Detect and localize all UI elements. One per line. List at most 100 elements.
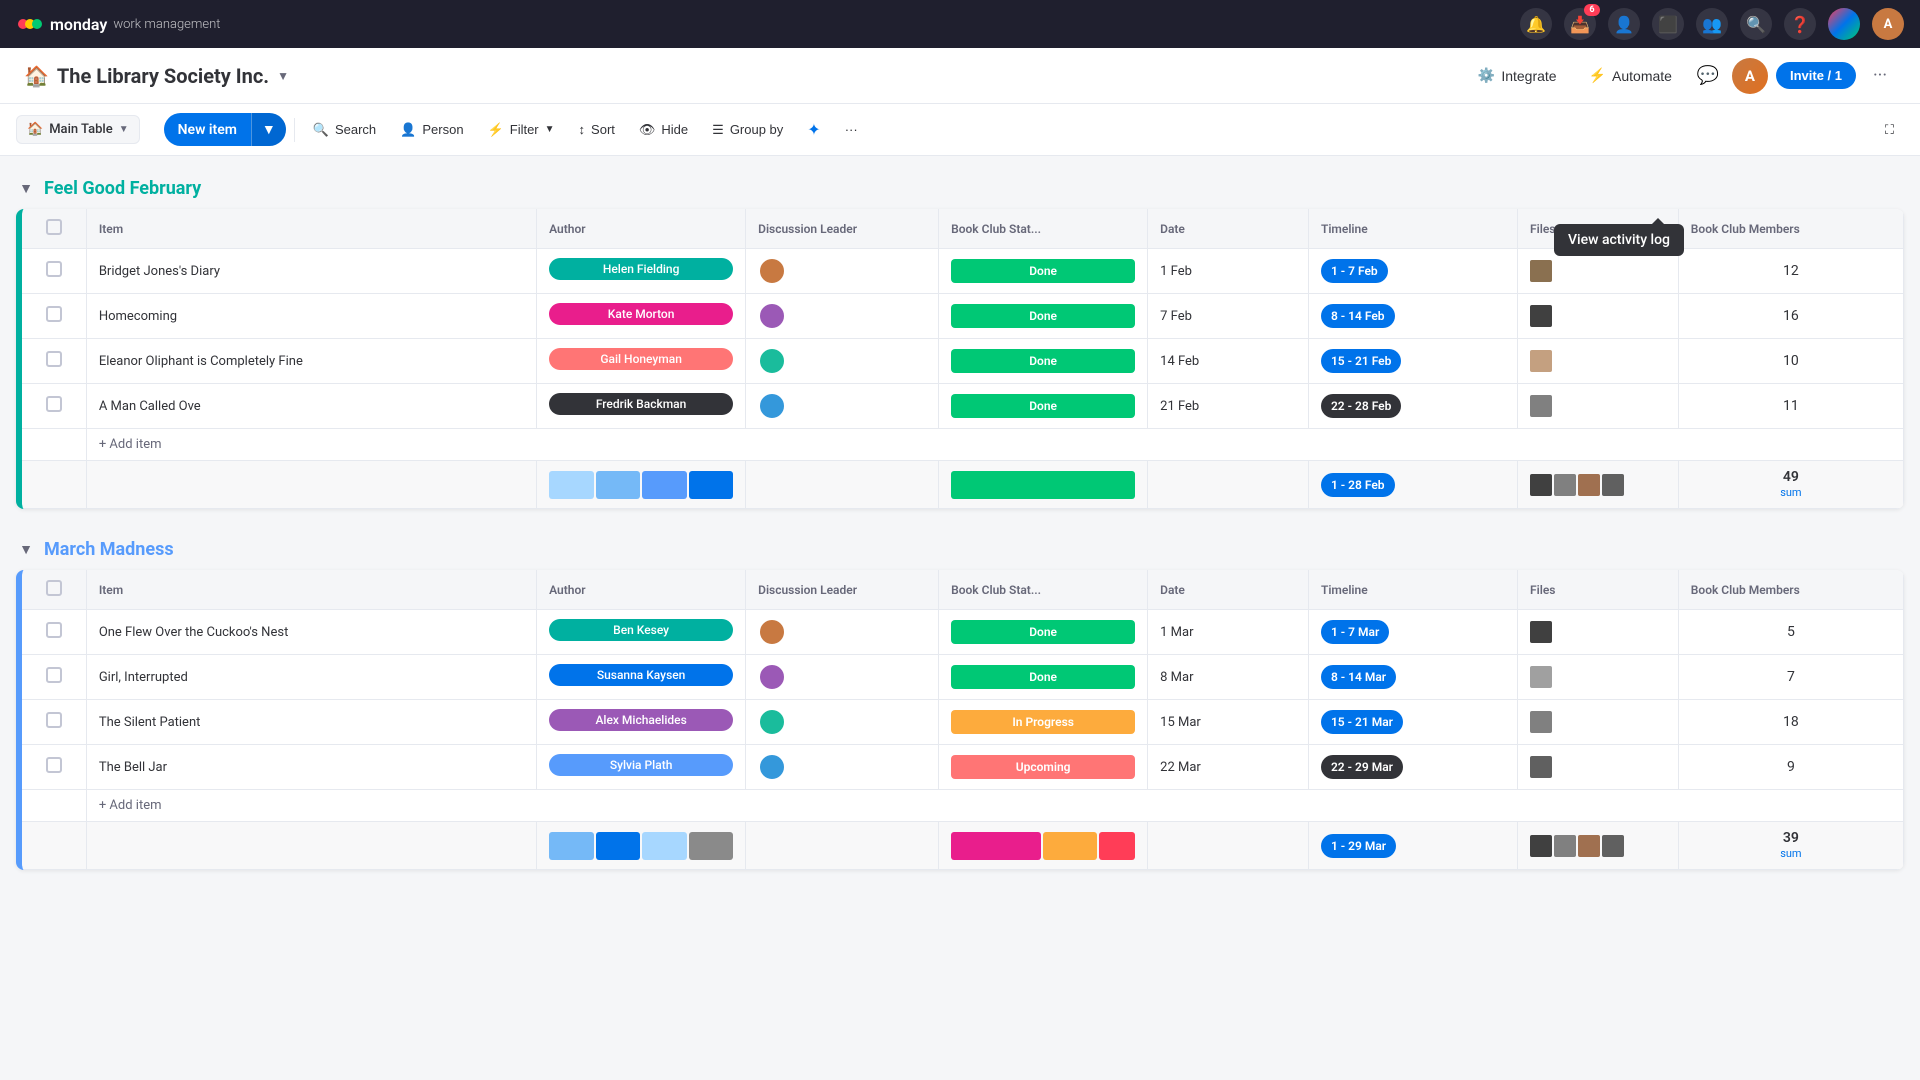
search-global-icon[interactable]: 🔍 <box>1740 8 1772 40</box>
app-logo[interactable]: monday work management <box>16 10 220 38</box>
help-icon[interactable]: ❓ <box>1784 8 1816 40</box>
row-checkbox <box>22 339 86 384</box>
teams-icon[interactable]: 👥 <box>1696 8 1728 40</box>
timeline-pill: 15 - 21 Feb <box>1321 349 1401 373</box>
workspace-dropdown-icon[interactable]: ▼ <box>277 69 289 83</box>
group-by-label: Group by <box>730 122 783 137</box>
group-toggle-feel-good-feb[interactable]: ▼ <box>16 179 36 199</box>
add-item-row[interactable]: + Add item <box>22 429 1904 461</box>
file-thumbnail[interactable] <box>1530 621 1552 643</box>
notification-bell[interactable]: 🔔 <box>1520 8 1552 40</box>
hide-button[interactable]: 👁 Hide <box>629 116 698 144</box>
item-name: One Flew Over the Cuckoo's Nest <box>99 625 496 640</box>
add-item-checkbox-cell <box>22 790 86 822</box>
file-thumbnail[interactable] <box>1530 666 1552 688</box>
filter-button[interactable]: ⚡ Filter ▼ <box>478 116 565 144</box>
table-row: The Silent Patient ⊕ Alex Michaelides In… <box>22 700 1904 745</box>
row-files-cell <box>1517 384 1678 429</box>
comment-icon[interactable]: 💬 <box>1692 60 1724 92</box>
invite-button[interactable]: Invite / 1 <box>1776 62 1856 89</box>
author-pill: Kate Morton <box>549 303 733 325</box>
table-view-selector[interactable]: 🏠 Main Table ▼ <box>16 115 140 144</box>
user-avatar[interactable]: A <box>1872 8 1904 40</box>
row-status-cell: Done <box>939 655 1148 700</box>
row-timeline-cell: 1 - 7 Feb <box>1308 249 1517 294</box>
search-button[interactable]: 🔍 Search <box>303 116 386 144</box>
file-thumbnail[interactable] <box>1530 395 1552 417</box>
row-members-cell: 9 <box>1678 745 1903 790</box>
sum-status-cell <box>939 822 1148 870</box>
file-thumbnail[interactable] <box>1530 305 1552 327</box>
expand-button[interactable]: ⛶ <box>1875 116 1904 144</box>
table-view-chevron: ▼ <box>119 124 129 135</box>
hide-icon: 👁 <box>639 122 656 138</box>
apps-menu-icon[interactable] <box>1828 8 1860 40</box>
file-thumbnail[interactable] <box>1530 711 1552 733</box>
row-checkbox <box>22 384 86 429</box>
add-item-cell[interactable]: + Add item <box>86 429 1903 461</box>
row-item-cell: Eleanor Oliphant is Completely Fine ⊕ <box>86 339 536 384</box>
row-select-checkbox[interactable] <box>46 622 62 638</box>
row-checkbox <box>22 700 86 745</box>
group-header-march-madness: ▼ March Madness <box>16 533 1904 566</box>
row-members-cell: 10 <box>1678 339 1903 384</box>
col-checkbox <box>22 209 86 249</box>
filter-icon: ⚡ <box>488 122 504 138</box>
inbox-icon[interactable]: 📥 6 <box>1564 8 1596 40</box>
more-options-button[interactable]: ··· <box>1864 60 1896 92</box>
row-status-cell: In Progress <box>939 700 1148 745</box>
row-status-cell: Upcoming <box>939 745 1148 790</box>
row-date-cell: 21 Feb <box>1148 384 1309 429</box>
row-item-cell: Homecoming ⊕ <box>86 294 536 339</box>
row-item-cell: Girl, Interrupted ⊕ <box>86 655 536 700</box>
row-select-checkbox[interactable] <box>46 667 62 683</box>
row-members-cell: 5 <box>1678 610 1903 655</box>
workspace-title[interactable]: 🏠 The Library Society Inc. ▼ <box>24 64 289 88</box>
leader-avatar <box>758 347 786 375</box>
integrate-button[interactable]: ⚙️ Integrate <box>1466 61 1569 90</box>
file-thumbnail[interactable] <box>1530 350 1552 372</box>
row-select-checkbox[interactable] <box>46 757 62 773</box>
invite-people-icon[interactable]: 👤 <box>1608 8 1640 40</box>
apps-icon[interactable]: ⬛ <box>1652 8 1684 40</box>
row-select-checkbox[interactable] <box>46 306 62 322</box>
person-filter-button[interactable]: 👤 Person <box>390 116 473 144</box>
inbox-badge: 6 <box>1584 4 1600 16</box>
summary-timeline-pill: 1 - 28 Feb <box>1321 473 1395 497</box>
sort-icon: ↕ <box>579 122 586 137</box>
row-leader-cell <box>746 745 939 790</box>
row-select-checkbox[interactable] <box>46 396 62 412</box>
add-item-cell[interactable]: + Add item <box>86 790 1903 822</box>
sum-members-cell: 39 sum <box>1678 822 1903 870</box>
search-label: Search <box>335 122 376 137</box>
select-all-checkbox[interactable] <box>46 219 62 235</box>
col-header-leader: Discussion Leader <box>746 209 939 249</box>
author-pill: Alex Michaelides <box>549 709 733 731</box>
new-item-button[interactable]: New item ▼ <box>164 113 286 146</box>
row-select-checkbox[interactable] <box>46 351 62 367</box>
row-select-checkbox[interactable] <box>46 261 62 277</box>
group-by-button[interactable]: ☰ Group by <box>702 116 793 144</box>
sum-files-cell <box>1517 461 1678 509</box>
add-item-row[interactable]: + Add item <box>22 790 1904 822</box>
monday-ai-button[interactable]: ✦ <box>797 114 830 146</box>
col-header-leader-2: Discussion Leader <box>746 570 939 610</box>
col-checkbox-2 <box>22 570 86 610</box>
sort-button[interactable]: ↕ Sort <box>569 116 625 143</box>
row-timeline-cell: 8 - 14 Feb <box>1308 294 1517 339</box>
row-date-cell: 7 Feb <box>1148 294 1309 339</box>
file-thumbnail[interactable] <box>1530 756 1552 778</box>
group-march-madness: ▼ March Madness Item Author Discussion L… <box>16 533 1904 870</box>
more-toolbar-button[interactable]: ··· <box>835 116 868 143</box>
group-toggle-march-madness[interactable]: ▼ <box>16 540 36 560</box>
automate-button[interactable]: ⚡ Automate <box>1577 61 1684 90</box>
select-all-checkbox-2[interactable] <box>46 580 62 596</box>
sum-date-cell <box>1148 822 1309 870</box>
new-item-dropdown-arrow[interactable]: ▼ <box>251 113 286 146</box>
workspace-user-avatar[interactable]: A <box>1732 58 1768 94</box>
row-select-checkbox[interactable] <box>46 712 62 728</box>
summary-file-thumb <box>1530 835 1552 857</box>
file-thumbnail[interactable] <box>1530 260 1552 282</box>
row-status-cell: Done <box>939 294 1148 339</box>
table-row: Girl, Interrupted ⊕ Susanna Kaysen Done … <box>22 655 1904 700</box>
